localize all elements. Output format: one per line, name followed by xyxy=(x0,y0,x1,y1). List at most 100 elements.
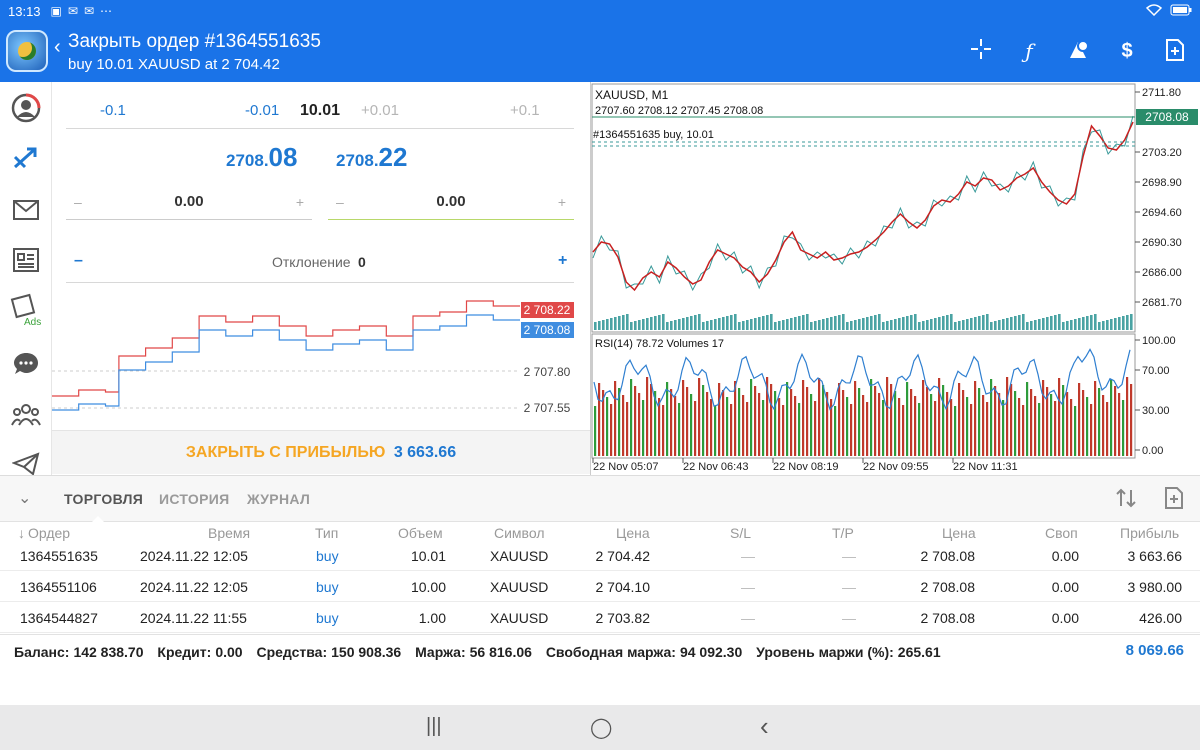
dollar-icon[interactable]: $ xyxy=(1114,38,1140,64)
volume-bar xyxy=(982,315,985,330)
col-price[interactable]: Цена xyxy=(616,525,650,541)
rsi-volume-bar xyxy=(962,390,965,456)
back-button[interactable]: ‹ xyxy=(760,711,769,742)
volume-bar xyxy=(886,321,889,330)
volume-bar xyxy=(882,322,885,330)
close-with-profit-button[interactable]: ЗАКРЫТЬ С ПРИБЫЛЬЮ 3 663.66 xyxy=(52,430,590,474)
chat-icon[interactable] xyxy=(10,348,42,380)
volume-value[interactable]: 10.01 xyxy=(300,102,340,120)
tick-chart: 2 708.22 2 708.08 2 707.80 2 707.55 xyxy=(52,300,574,415)
col-type[interactable]: Тип xyxy=(315,525,338,541)
volume-minus-0-1[interactable]: -0.1 xyxy=(100,102,126,119)
rsi-volume-bar xyxy=(834,406,837,456)
col-tp[interactable]: T/P xyxy=(832,525,854,541)
ads-icon[interactable]: Ads xyxy=(10,293,42,327)
objects-icon[interactable] xyxy=(1065,38,1091,64)
volume-bar xyxy=(770,314,773,330)
current-price-tag-text: 2708.08 xyxy=(1145,110,1189,124)
rsi-volume-bar xyxy=(1058,378,1061,456)
chevron-down-icon[interactable]: ⌄ xyxy=(18,488,31,508)
community-icon[interactable] xyxy=(10,398,42,430)
new-order-icon[interactable] xyxy=(1164,486,1184,516)
account-icon[interactable] xyxy=(10,92,42,124)
rsi-volume-bar xyxy=(726,397,729,456)
deviation-minus-button[interactable]: – xyxy=(74,252,83,270)
rsi-volume-bar xyxy=(806,387,809,456)
rsi-volume-bar xyxy=(862,395,865,456)
tab-history[interactable]: ИСТОРИЯ xyxy=(159,491,229,507)
rsi-volume-bar xyxy=(1122,400,1125,456)
app-logo[interactable] xyxy=(6,30,48,72)
col-sl[interactable]: S/L xyxy=(730,525,751,541)
tp-plus-button[interactable]: + xyxy=(558,194,566,210)
back-chevron-icon[interactable]: ‹ xyxy=(54,36,61,59)
table-row[interactable]: 1364551635 2024.11.22 12:05 buy 10.01 XAUUSD… xyxy=(0,540,1200,571)
chart-order-label: #1364551635 buy, 10.01 xyxy=(593,129,714,141)
rsi-volume-bar xyxy=(874,386,877,456)
col-symbol[interactable]: Символ xyxy=(494,525,544,541)
home-button[interactable]: ◯ xyxy=(590,715,612,740)
volume-bar xyxy=(914,314,917,330)
volume-bar xyxy=(1026,322,1029,330)
rsi-volume-bar xyxy=(1018,398,1021,456)
sl-plus-button[interactable]: + xyxy=(296,194,304,210)
volume-bar xyxy=(846,322,849,330)
table-row[interactable]: 1364544827 2024.11.22 11:55 buy 1.00 XAUUSD 2… xyxy=(0,602,1200,633)
volume-bar xyxy=(766,315,769,330)
balance-label: Баланс: xyxy=(14,644,70,660)
stop-loss-field[interactable]: – 0.00 + xyxy=(66,190,312,220)
volume-bar xyxy=(1130,314,1133,330)
col-swap[interactable]: Своп xyxy=(1045,525,1078,541)
new-order-icon[interactable] xyxy=(1162,38,1188,64)
rsi-volume-bar xyxy=(926,387,929,456)
bid-price: 2708.08 xyxy=(226,142,298,172)
balance-value: 142 838.70 xyxy=(73,644,144,660)
tab-bar: ⌄ ТОРГОВЛЯ ИСТОРИЯ ЖУРНАЛ xyxy=(0,476,1200,522)
volume-plus-0-01[interactable]: +0.01 xyxy=(361,102,399,119)
rsi-volume-bar xyxy=(598,383,601,456)
tab-journal[interactable]: ЖУРНАЛ xyxy=(247,491,310,507)
col-current-price[interactable]: Цена xyxy=(942,525,976,541)
quotes-icon[interactable] xyxy=(10,142,42,174)
volume-bar xyxy=(962,320,965,330)
cell-order: 1364544827 xyxy=(20,610,98,626)
crosshair-icon[interactable] xyxy=(968,38,994,64)
mail-icon[interactable] xyxy=(10,194,42,226)
volume-bar xyxy=(818,320,821,330)
price-chart[interactable]: XAUUSD, M1 2707.60 2708.12 2707.45 2708.… xyxy=(590,82,1200,475)
volume-bar xyxy=(1090,315,1093,330)
rsi-volume-bar xyxy=(718,383,721,456)
volume-bar xyxy=(990,322,993,330)
deviation-value[interactable]: 0 xyxy=(358,254,366,270)
sort-icon[interactable] xyxy=(1114,486,1138,516)
rsi-volume-bar xyxy=(610,404,613,456)
volume-bar xyxy=(650,317,653,330)
volume-plus-0-1[interactable]: +0.1 xyxy=(510,102,540,119)
volume-bar xyxy=(1022,314,1025,330)
volume-bar xyxy=(918,322,921,330)
rsi-volume-bar xyxy=(614,381,617,456)
chart-canvas[interactable]: XAUUSD, M1 2707.60 2708.12 2707.45 2708.… xyxy=(591,82,1200,475)
volume-bar xyxy=(910,315,913,330)
equity-label: Средства: xyxy=(256,644,328,660)
col-volume[interactable]: Объем xyxy=(398,525,443,541)
time-tick-label: 22 Nov 08:19 xyxy=(773,461,838,473)
cell-price: 2 704.10 xyxy=(595,579,651,595)
tab-trade[interactable]: ТОРГОВЛЯ xyxy=(64,491,143,507)
volume-bar xyxy=(938,317,941,330)
news-icon[interactable] xyxy=(10,244,42,276)
col-time[interactable]: Время xyxy=(208,525,250,541)
function-icon[interactable]: ƒ xyxy=(1016,38,1042,64)
order-panel: -0.1 -0.01 10.01 +0.01 +0.1 2708.08 2708… xyxy=(52,82,590,475)
table-row[interactable]: 1364551106 2024.11.22 12:05 buy 10.00 XAUUSD… xyxy=(0,571,1200,602)
volume-bar xyxy=(966,319,969,330)
col-order[interactable]: Ордер xyxy=(28,525,70,541)
take-profit-field[interactable]: – 0.00 + xyxy=(328,190,574,220)
deviation-plus-button[interactable]: + xyxy=(558,252,567,270)
cell-price: 2 704.42 xyxy=(595,548,651,564)
recents-button[interactable]: ||| xyxy=(426,715,442,738)
volume-minus-0-01[interactable]: -0.01 xyxy=(245,102,279,119)
col-profit[interactable]: Прибыль xyxy=(1120,525,1179,541)
volume-bar xyxy=(974,317,977,330)
volume-bar xyxy=(1042,318,1045,330)
